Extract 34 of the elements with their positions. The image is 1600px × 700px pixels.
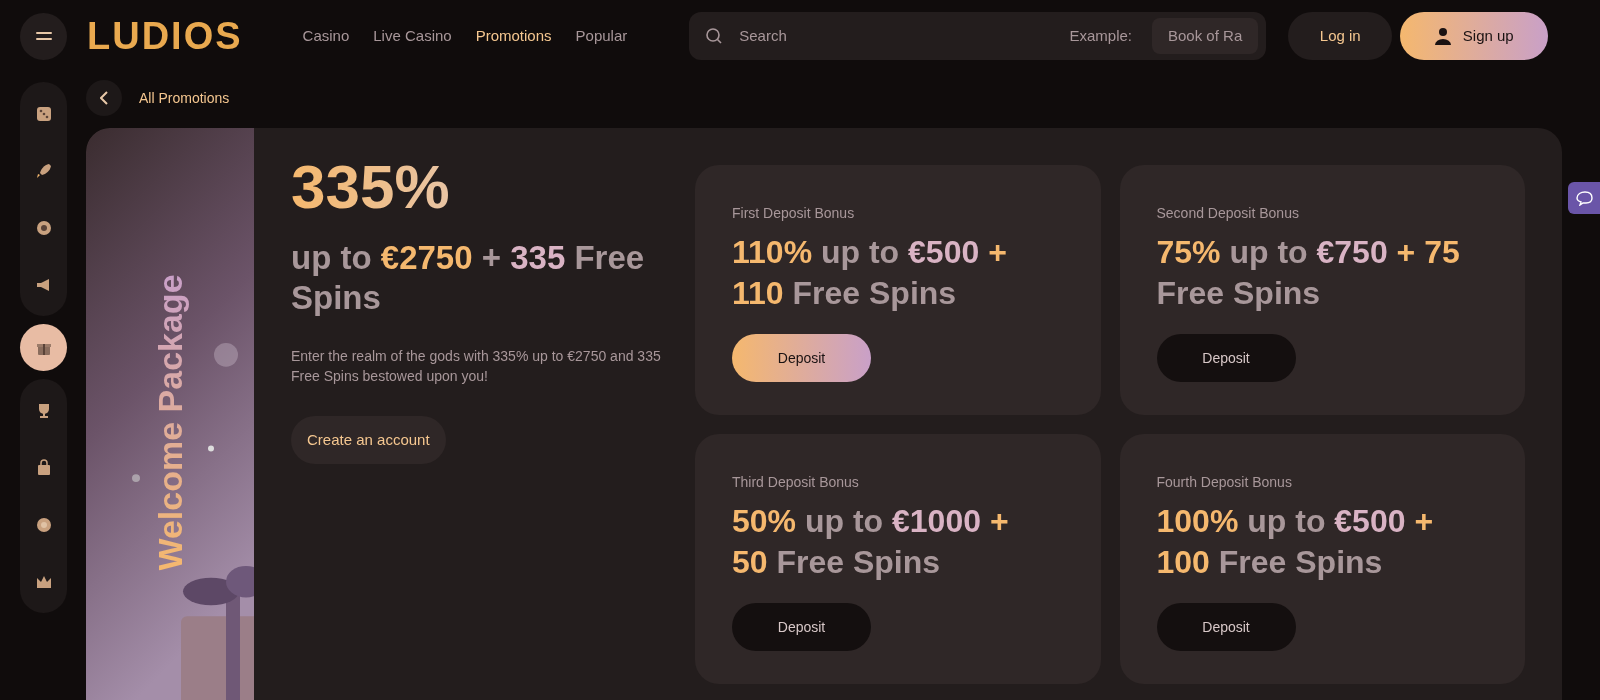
bonus-title: 50% up to €1000 + 50 Free Spins xyxy=(732,502,1010,582)
deposit-button[interactable]: Deposit xyxy=(732,603,871,651)
example-chip[interactable]: Book of Ra xyxy=(1152,18,1259,54)
deposit-button[interactable]: Deposit xyxy=(1156,603,1296,651)
menu-button[interactable] xyxy=(20,12,67,60)
nav-link[interactable]: Live Casino xyxy=(373,24,452,48)
chevron-left-icon xyxy=(100,91,108,105)
bonus-title: 110% up to €500 + 110 Free Spins xyxy=(732,233,1008,313)
create-account-button[interactable]: Create an account xyxy=(291,416,446,464)
bonus-title: 100% up to €500 + 100 Free Spins xyxy=(1156,502,1435,582)
bonus-label: Second Deposit Bonus xyxy=(1156,204,1300,223)
bonus-label: Third Deposit Bonus xyxy=(732,473,860,492)
search-icon xyxy=(705,27,724,45)
nav-link[interactable]: Casino xyxy=(302,24,350,48)
search-input[interactable]: Search xyxy=(739,24,1070,48)
breadcrumb-link[interactable]: All Promotions xyxy=(139,87,230,109)
description: Enter the realm of the gods with 335% up to €2750 and 335 Free Spins bestowed upon you! xyxy=(291,347,662,386)
nav-link[interactable]: Popular xyxy=(575,24,628,48)
search-field[interactable]: Search Example: Book of Ra xyxy=(689,12,1267,60)
bonus-label: First Deposit Bonus xyxy=(732,204,856,223)
nav-link[interactable]: Promotions xyxy=(475,24,552,48)
signup-button[interactable]: Sign up xyxy=(1400,12,1549,60)
deposit-button[interactable]: Deposit xyxy=(1156,334,1296,382)
back-button[interactable] xyxy=(86,80,122,116)
bonus-title: 75% up to €750 + 75 Free Spins xyxy=(1156,233,1461,313)
menu-icon xyxy=(35,31,52,41)
sidebar-item[interactable] xyxy=(20,324,67,371)
login-button[interactable]: Log in xyxy=(1288,12,1393,60)
subheadline: up to €2750 + 335 Free Spins xyxy=(291,238,646,318)
user-icon xyxy=(1434,27,1451,45)
deposit-button[interactable]: Deposit xyxy=(732,334,871,382)
bonus-label: Fourth Deposit Bonus xyxy=(1156,473,1293,492)
example-label: Example: xyxy=(1069,25,1132,46)
logo[interactable]: LUDIOS xyxy=(87,17,243,55)
